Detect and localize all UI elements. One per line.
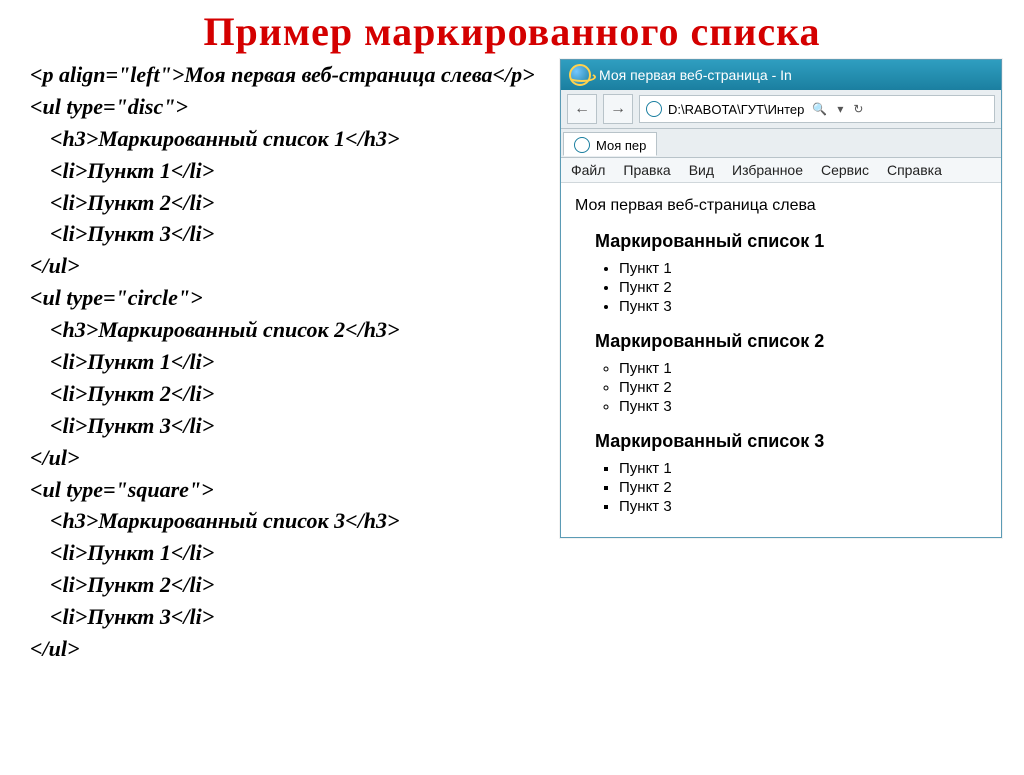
menu-bar: Файл Правка Вид Избранное Сервис Справка <box>561 158 1001 183</box>
window-titlebar: Моя первая веб-страница - In <box>561 60 1001 90</box>
code-line: </ul> <box>30 442 550 474</box>
list-heading: Маркированный список 2 <box>595 331 987 352</box>
code-line: <li>Пункт 2</li> <box>30 378 550 410</box>
refresh-icon[interactable]: ↻ <box>853 102 863 116</box>
page-viewport: Моя первая веб-страница слева Маркирован… <box>561 183 1001 537</box>
slide-title: Пример маркированного списка <box>0 8 1024 55</box>
forward-button[interactable]: → <box>603 94 633 124</box>
code-line: <li>Пункт 3</li> <box>30 410 550 442</box>
page-icon <box>646 101 662 117</box>
list-item: Пункт 2 <box>619 479 987 496</box>
menu-view[interactable]: Вид <box>689 162 714 178</box>
list-item: Пункт 3 <box>619 398 987 415</box>
code-line: <li>Пункт 2</li> <box>30 569 550 601</box>
list-item: Пункт 2 <box>619 379 987 396</box>
window-title: Моя первая веб-страница - In <box>599 67 792 83</box>
list-block-3: Маркированный список 3 Пункт 1 Пункт 2 П… <box>575 431 987 515</box>
menu-file[interactable]: Файл <box>571 162 605 178</box>
code-line: <li>Пункт 1</li> <box>30 346 550 378</box>
nav-toolbar: ← → D:\RABOTA\ГУТ\Интер 🔍 ▾ ↻ <box>561 90 1001 129</box>
tab-strip: Моя пер <box>561 129 1001 158</box>
code-line: <h3>Маркированный список 3</h3> <box>30 505 550 537</box>
list-block-2: Маркированный список 2 Пункт 1 Пункт 2 П… <box>575 331 987 415</box>
address-text: D:\RABOTA\ГУТ\Интер <box>668 102 804 117</box>
code-line: </ul> <box>30 633 550 665</box>
code-listing: <p align="left">Моя первая веб-страница … <box>30 59 550 665</box>
tab-title: Моя пер <box>596 138 646 153</box>
code-line: <li>Пункт 1</li> <box>30 537 550 569</box>
browser-window: Моя первая веб-страница - In ← → D:\RABO… <box>560 59 1002 538</box>
code-line: </ul> <box>30 250 550 282</box>
list-block-1: Маркированный список 1 Пункт 1 Пункт 2 П… <box>575 231 987 315</box>
code-line: <ul type="disc"> <box>30 91 550 123</box>
list-item: Пункт 2 <box>619 279 987 296</box>
list-item: Пункт 1 <box>619 260 987 277</box>
address-bar[interactable]: D:\RABOTA\ГУТ\Интер 🔍 ▾ ↻ <box>639 95 995 123</box>
ie-icon <box>569 64 591 86</box>
list-heading: Маркированный список 1 <box>595 231 987 252</box>
list-heading: Маркированный список 3 <box>595 431 987 452</box>
code-line: <li>Пункт 3</li> <box>30 601 550 633</box>
search-icon[interactable]: 🔍 <box>812 102 827 116</box>
code-line: <li>Пункт 1</li> <box>30 155 550 187</box>
list-item: Пункт 3 <box>619 498 987 515</box>
ie-icon <box>574 137 590 153</box>
paragraph: Моя первая веб-страница слева <box>575 197 987 215</box>
code-line: <li>Пункт 3</li> <box>30 218 550 250</box>
dropdown-icon[interactable]: ▾ <box>837 102 843 116</box>
menu-edit[interactable]: Правка <box>623 162 670 178</box>
menu-help[interactable]: Справка <box>887 162 942 178</box>
list-item: Пункт 1 <box>619 360 987 377</box>
browser-tab[interactable]: Моя пер <box>563 132 657 156</box>
menu-tools[interactable]: Сервис <box>821 162 869 178</box>
code-line: <p align="left">Моя первая веб-страница … <box>30 59 550 91</box>
code-line: <h3>Маркированный список 2</h3> <box>30 314 550 346</box>
list-item: Пункт 3 <box>619 298 987 315</box>
code-line: <li>Пункт 2</li> <box>30 187 550 219</box>
list-item: Пункт 1 <box>619 460 987 477</box>
menu-favorites[interactable]: Избранное <box>732 162 803 178</box>
code-line: <ul type="square"> <box>30 474 550 506</box>
code-line: <ul type="circle"> <box>30 282 550 314</box>
back-button[interactable]: ← <box>567 94 597 124</box>
code-line: <h3>Маркированный список 1</h3> <box>30 123 550 155</box>
